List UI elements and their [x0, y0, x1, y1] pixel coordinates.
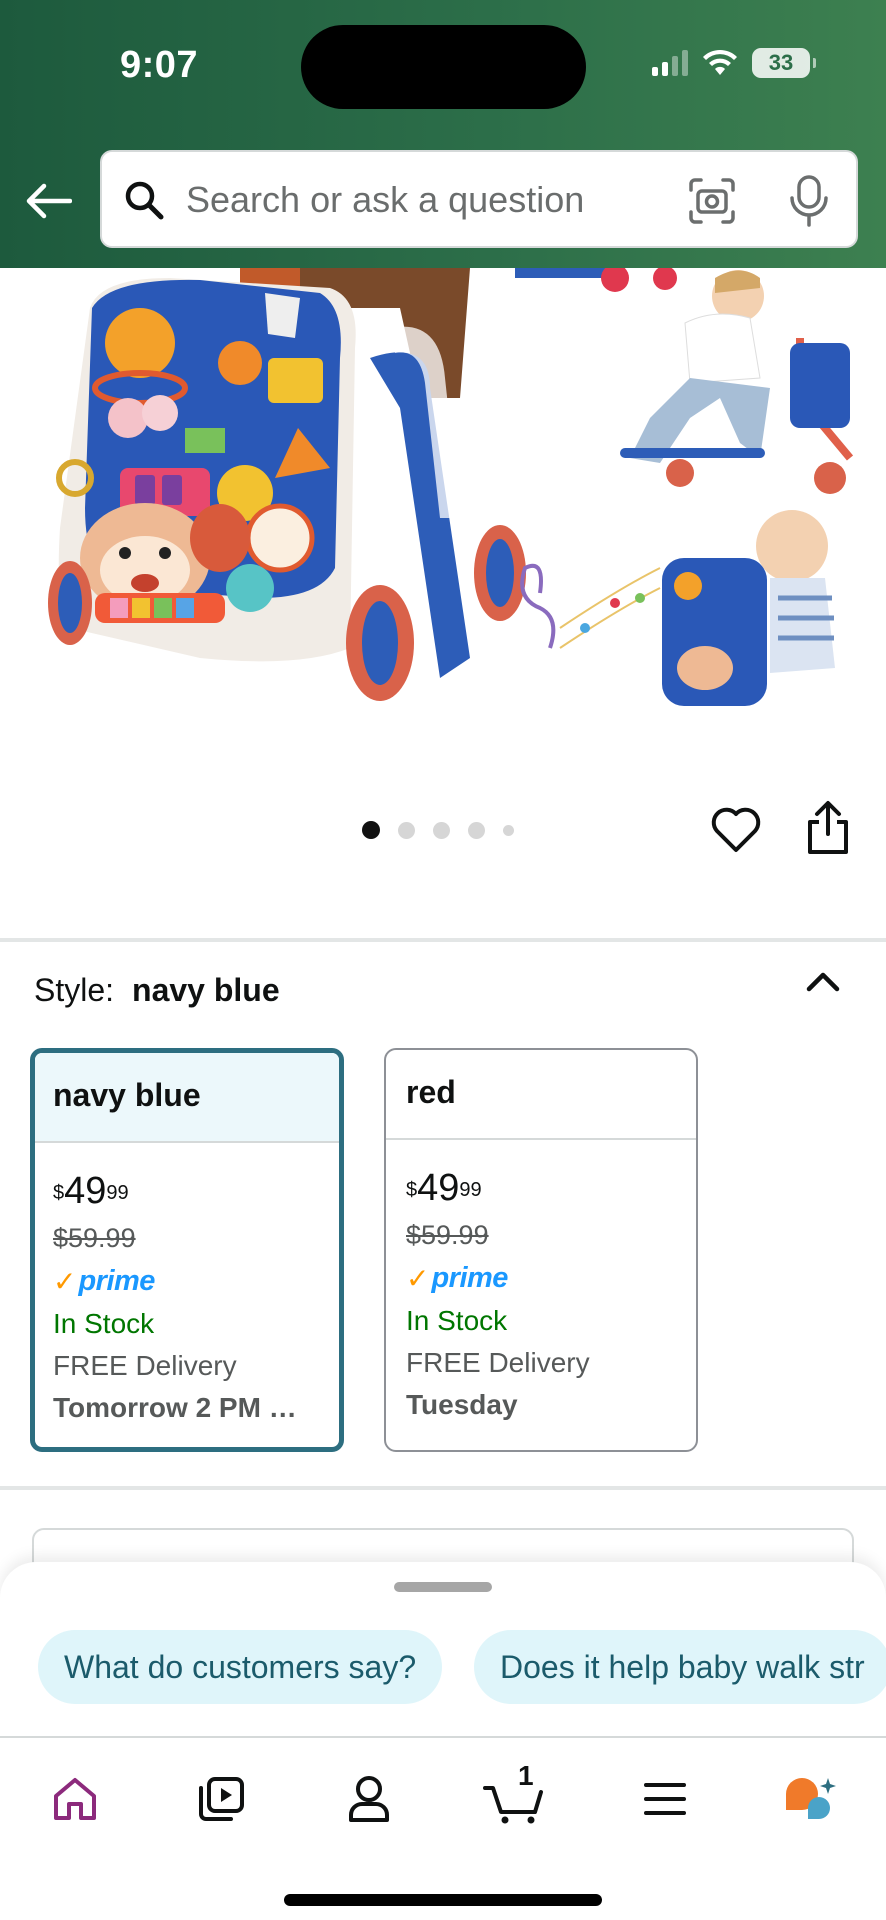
- option-list-price: $59.99: [406, 1220, 489, 1250]
- style-label: Style:: [34, 972, 115, 1008]
- search-input[interactable]: [186, 176, 686, 224]
- cart-icon: [483, 1786, 543, 1824]
- account-icon: [349, 1776, 389, 1822]
- video-icon: [199, 1777, 244, 1821]
- product-image: [48, 268, 854, 706]
- style-heading: Style: navy blue: [34, 972, 280, 1009]
- app-header: 9:07 33: [0, 0, 886, 268]
- prime-check-icon: ✓: [406, 1262, 430, 1294]
- option-stock-status: In Stock: [406, 1305, 508, 1336]
- carousel-dot[interactable]: [468, 821, 485, 839]
- home-icon: [54, 1778, 96, 1820]
- product-image-carousel[interactable]: [0, 268, 886, 738]
- dynamic-island: [301, 25, 586, 109]
- carousel-dot[interactable]: [398, 821, 415, 839]
- prime-check-icon: ✓: [53, 1265, 77, 1297]
- prime-badge: ✓ prime: [53, 1264, 155, 1297]
- battery-level: 33: [768, 50, 794, 75]
- microphone-icon[interactable]: [787, 174, 831, 228]
- option-delivery: FREE Delivery: [53, 1350, 237, 1381]
- status-time: 9:07: [120, 44, 199, 86]
- rufus-icon: [786, 1778, 836, 1819]
- carousel-dot[interactable]: [362, 821, 380, 839]
- cellular-signal-icon: [652, 50, 688, 76]
- back-button[interactable]: [24, 176, 74, 226]
- option-delivery-date: Tomorrow 2 PM …: [53, 1392, 297, 1423]
- camera-search-icon[interactable]: [687, 176, 737, 226]
- option-delivery: FREE Delivery: [406, 1347, 590, 1378]
- section-divider: [0, 1486, 886, 1490]
- status-icons: 33: [652, 48, 816, 78]
- option-name: navy blue: [35, 1053, 339, 1143]
- option-list-price: $59.99: [53, 1223, 136, 1253]
- style-selected-value: navy blue: [132, 972, 280, 1008]
- sheet-grabber-handle[interactable]: [394, 1582, 492, 1592]
- back-arrow-icon: [26, 183, 72, 219]
- tab-home[interactable]: [40, 1764, 110, 1834]
- tab-menu[interactable]: [630, 1764, 700, 1834]
- search-bar[interactable]: [100, 150, 858, 248]
- option-price: $4999: [406, 1167, 482, 1209]
- carousel-pagination: [362, 821, 514, 839]
- option-name: red: [386, 1050, 696, 1140]
- option-stock-status: In Stock: [53, 1308, 155, 1339]
- carousel-dot[interactable]: [503, 824, 514, 836]
- tab-cart[interactable]: [480, 1764, 550, 1834]
- battery-icon: 33: [752, 48, 816, 78]
- suggested-question-chip[interactable]: What do customers say?: [38, 1630, 443, 1704]
- search-icon: [125, 181, 164, 220]
- option-delivery-date: Tuesday: [406, 1389, 518, 1420]
- prime-badge: ✓ prime: [406, 1261, 508, 1294]
- bottom-tab-bar: 1: [0, 1736, 886, 1920]
- chevron-up-icon[interactable]: [800, 962, 846, 1002]
- section-divider: [0, 938, 886, 942]
- wishlist-heart-icon[interactable]: [710, 805, 762, 855]
- style-option-red[interactable]: red $4999 $59.99 ✓ prime In Stock FREE De…: [384, 1048, 698, 1452]
- share-icon[interactable]: [805, 800, 851, 856]
- carousel-dot[interactable]: [433, 821, 450, 839]
- menu-icon: [644, 1783, 686, 1815]
- suggested-question-chip[interactable]: Does it help baby walk str: [474, 1630, 886, 1704]
- wifi-icon: [703, 49, 737, 75]
- tab-account[interactable]: [334, 1764, 404, 1834]
- home-indicator: [284, 1894, 602, 1906]
- cart-count-badge: 1: [518, 1760, 534, 1791]
- tab-rufus[interactable]: [775, 1764, 845, 1834]
- rufus-bottom-sheet: What do customers say? Does it help baby…: [0, 1562, 886, 1736]
- option-price: $4999: [53, 1170, 129, 1212]
- tab-video[interactable]: [186, 1764, 256, 1834]
- style-option-navy-blue[interactable]: navy blue $4999 $59.99 ✓ prime In Stock F…: [30, 1048, 344, 1452]
